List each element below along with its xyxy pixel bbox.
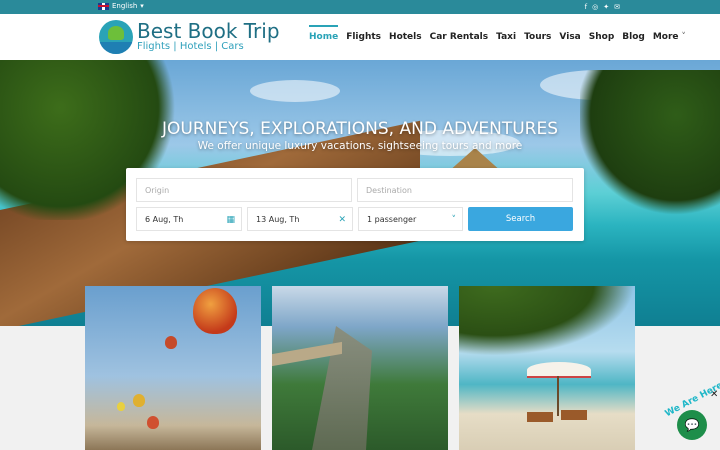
- nav-home[interactable]: Home: [309, 25, 339, 42]
- facebook-icon[interactable]: f: [585, 3, 587, 11]
- nav-visa[interactable]: Visa: [559, 32, 580, 42]
- nav-hotels[interactable]: Hotels: [389, 32, 422, 42]
- nav-shop[interactable]: Shop: [589, 32, 615, 42]
- chevron-down-icon: ▾: [140, 2, 144, 10]
- clear-icon[interactable]: ✕: [338, 215, 346, 225]
- hot-air-balloon-image: [193, 288, 237, 334]
- main-nav: Home Flights Hotels Car Rentals Taxi Tou…: [309, 25, 694, 42]
- hot-air-balloon-image: [117, 402, 125, 411]
- origin-input[interactable]: Origin: [136, 178, 352, 202]
- passengers-value: 1 passenger: [367, 214, 417, 224]
- search-button[interactable]: Search: [468, 207, 573, 231]
- beach-umbrella-image: [527, 362, 591, 378]
- brand-name: Best Book Trip: [137, 19, 280, 43]
- site-logo[interactable]: Best Book Trip Flights | Hotels | Cars: [99, 20, 280, 54]
- umbrella-pole-image: [557, 376, 559, 416]
- palm-island-logo-icon: [99, 20, 133, 54]
- nav-taxi[interactable]: Taxi: [496, 32, 516, 42]
- cloud-shape: [250, 80, 340, 102]
- nav-car-rentals[interactable]: Car Rentals: [430, 32, 489, 42]
- language-selector[interactable]: English ▾: [98, 2, 144, 10]
- site-header: Best Book Trip Flights | Hotels | Cars H…: [0, 14, 720, 60]
- depart-date-value: 6 Aug, Th: [145, 214, 184, 224]
- top-bar: English ▾ f ◎ ✦ ✉: [0, 0, 720, 14]
- hot-air-balloon-image: [133, 394, 145, 407]
- hot-air-balloon-image: [147, 416, 159, 429]
- nav-tours[interactable]: Tours: [524, 32, 551, 42]
- tour-card-mountain[interactable]: [272, 286, 448, 450]
- nav-more-label: More: [652, 32, 679, 42]
- chevron-down-icon: ˅: [451, 215, 457, 225]
- chat-button[interactable]: 💬: [677, 410, 707, 440]
- palm-leaves-image: [459, 286, 635, 356]
- tour-card-beach[interactable]: [459, 286, 635, 450]
- tour-card-balloons[interactable]: [85, 286, 261, 450]
- calendar-icon[interactable]: ▦: [226, 215, 235, 225]
- language-label: English: [112, 2, 138, 10]
- hero-title: JOURNEYS, EXPLORATIONS, AND ADVENTURES: [161, 119, 559, 139]
- return-date-input[interactable]: 13 Aug, Th ✕: [247, 207, 353, 231]
- uk-flag-icon: [98, 2, 109, 10]
- nav-flights[interactable]: Flights: [346, 32, 381, 42]
- nav-blog[interactable]: Blog: [622, 32, 645, 42]
- hot-air-balloon-image: [165, 336, 177, 349]
- return-date-value: 13 Aug, Th: [256, 214, 300, 224]
- email-icon[interactable]: ✉: [614, 3, 620, 11]
- flight-search-form: Origin Destination 6 Aug, Th ▦ 13 Aug, T…: [126, 168, 584, 241]
- chevron-down-icon: ˅: [678, 32, 686, 42]
- sun-lounger-image: [561, 410, 587, 420]
- hero-subtitle: We offer unique luxury vacations, sights…: [197, 140, 523, 152]
- sun-lounger-image: [527, 412, 553, 422]
- chat-bubble-icon: 💬: [684, 418, 700, 432]
- passengers-select[interactable]: 1 passenger ˅: [358, 207, 463, 231]
- instagram-icon[interactable]: ◎: [592, 3, 598, 11]
- social-links: f ◎ ✦ ✉: [585, 3, 620, 11]
- destination-input[interactable]: Destination: [357, 178, 573, 202]
- nav-more[interactable]: More ˅: [653, 32, 686, 42]
- depart-date-input[interactable]: 6 Aug, Th ▦: [136, 207, 242, 231]
- twitter-icon[interactable]: ✦: [603, 3, 609, 11]
